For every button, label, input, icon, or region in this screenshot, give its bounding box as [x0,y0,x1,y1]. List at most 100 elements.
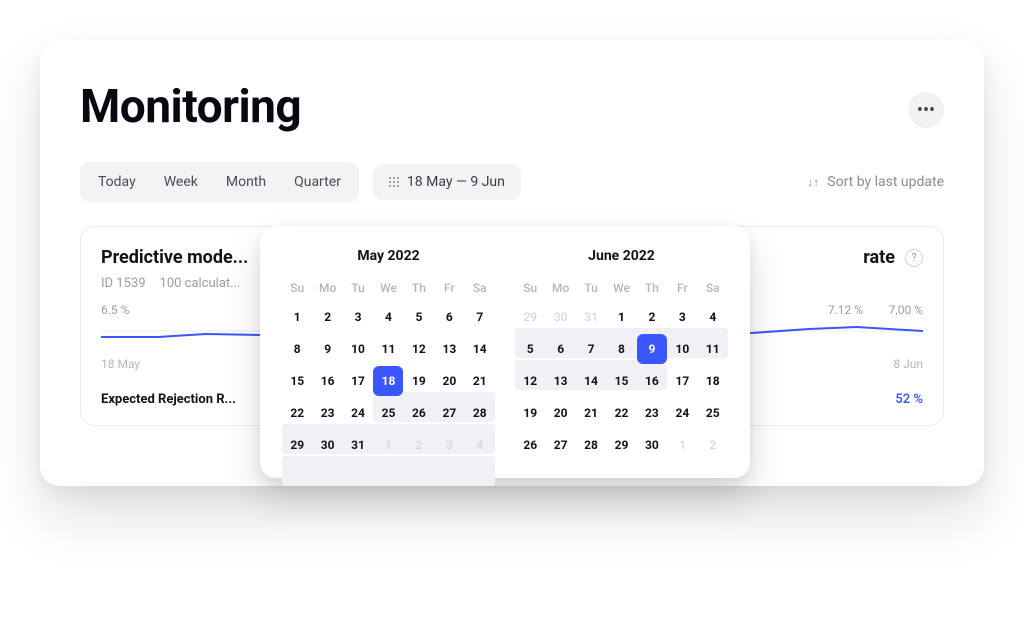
day-cell[interactable]: 2 [312,302,342,332]
day-cell[interactable]: 11 [698,334,728,364]
tab-month[interactable]: Month [212,166,280,198]
day-cell[interactable]: 27 [545,430,575,460]
day-cell[interactable]: 22 [282,398,312,428]
day-cell[interactable]: 18 [698,366,728,396]
dow-label: Sa [698,276,728,300]
range-tabs: Today Week Month Quarter [80,162,359,202]
day-cell[interactable]: 7 [576,334,606,364]
day-cell[interactable]: 19 [404,366,434,396]
day-cell[interactable]: 15 [282,366,312,396]
tab-today[interactable]: Today [84,166,150,198]
day-cell[interactable]: 24 [667,398,697,428]
dow-label: Th [404,276,434,300]
dow-label: We [373,276,403,300]
day-cell[interactable]: 14 [576,366,606,396]
day-cell[interactable]: 9 [637,334,667,364]
day-cell[interactable]: 7 [465,302,495,332]
day-cell[interactable]: 24 [343,398,373,428]
day-cell[interactable]: 17 [343,366,373,396]
day-cell[interactable]: 8 [282,334,312,364]
calendar-grid: SuMoTuWeThFrSa29303112345678910111213141… [515,276,728,460]
day-cell[interactable]: 13 [545,366,575,396]
day-cell[interactable]: 30 [312,430,342,460]
day-cell[interactable]: 9 [312,334,342,364]
dow-label: Tu [576,276,606,300]
day-cell[interactable]: 1 [606,302,636,332]
day-cell[interactable]: 14 [465,334,495,364]
day-cell[interactable]: 21 [576,398,606,428]
day-cell[interactable]: 26 [515,430,545,460]
day-muted[interactable]: 29 [515,302,545,332]
day-cell[interactable]: 6 [434,302,464,332]
day-cell[interactable]: 29 [606,430,636,460]
day-cell[interactable]: 6 [545,334,575,364]
day-cell[interactable]: 27 [434,398,464,428]
day-cell[interactable]: 25 [698,398,728,428]
day-cell[interactable]: 4 [698,302,728,332]
date-range-label: 18 May — 9 Jun [407,174,505,190]
day-muted[interactable]: 31 [576,302,606,332]
day-cell[interactable]: 30 [637,430,667,460]
day-cell[interactable]: 1 [282,302,312,332]
dow-label: Su [515,276,545,300]
dow-label: We [606,276,636,300]
day-cell[interactable]: 29 [282,430,312,460]
day-cell[interactable]: 3 [343,302,373,332]
month-title: June 2022 [515,248,728,264]
day-muted[interactable]: 1 [373,430,403,460]
day-muted[interactable]: 3 [434,430,464,460]
more-button[interactable]: ••• [908,92,944,128]
day-cell[interactable]: 28 [576,430,606,460]
day-cell[interactable]: 15 [606,366,636,396]
day-cell[interactable]: 17 [667,366,697,396]
day-cell[interactable]: 23 [312,398,342,428]
day-cell[interactable]: 20 [434,366,464,396]
value-right-1: 7.12 % [828,303,863,317]
page-header: Monitoring ••• [80,80,944,134]
day-cell[interactable]: 8 [606,334,636,364]
card-id: ID 1539 [101,276,146,291]
day-muted[interactable]: 2 [698,430,728,460]
tab-week[interactable]: Week [150,166,212,198]
day-cell[interactable]: 11 [373,334,403,364]
day-cell[interactable]: 16 [637,366,667,396]
value-left: 6.5 % [101,303,129,317]
help-icon[interactable]: ? [905,249,923,267]
day-cell[interactable]: 5 [515,334,545,364]
day-cell[interactable]: 13 [434,334,464,364]
day-cell[interactable]: 19 [515,398,545,428]
day-cell[interactable]: 28 [465,398,495,428]
value-right-2: 7,00 % [889,303,923,317]
day-cell[interactable]: 25 [373,398,403,428]
day-cell[interactable]: 20 [545,398,575,428]
sort-button[interactable]: ↓↑ Sort by last update [807,174,944,190]
day-cell[interactable]: 22 [606,398,636,428]
date-range-popover: May 2022 SuMoTuWeThFrSa12345678910111213… [260,226,750,478]
day-cell[interactable]: 12 [515,366,545,396]
day-cell[interactable]: 18 [373,366,403,396]
day-cell[interactable]: 3 [667,302,697,332]
day-cell[interactable]: 10 [343,334,373,364]
day-cell[interactable]: 26 [404,398,434,428]
dow-label: Tu [343,276,373,300]
day-cell[interactable]: 12 [404,334,434,364]
tab-quarter[interactable]: Quarter [280,166,355,198]
calendar-month-june: June 2022 SuMoTuWeThFrSa2930311234567891… [515,248,728,460]
day-cell[interactable]: 31 [343,430,373,460]
day-cell[interactable]: 10 [667,334,697,364]
day-cell[interactable]: 21 [465,366,495,396]
day-muted[interactable]: 2 [404,430,434,460]
date-range-chip[interactable]: 18 May — 9 Jun [373,164,521,200]
day-muted[interactable]: 1 [667,430,697,460]
day-cell[interactable]: 23 [637,398,667,428]
day-cell[interactable]: 4 [373,302,403,332]
card-subtext: 100 calculat... [160,276,241,291]
day-cell[interactable]: 2 [637,302,667,332]
card-footer-value: 52 % [895,392,923,407]
dow-label: Su [282,276,312,300]
day-cell[interactable]: 16 [312,366,342,396]
day-cell[interactable]: 5 [404,302,434,332]
dow-label: Th [637,276,667,300]
day-muted[interactable]: 30 [545,302,575,332]
day-muted[interactable]: 4 [465,430,495,460]
